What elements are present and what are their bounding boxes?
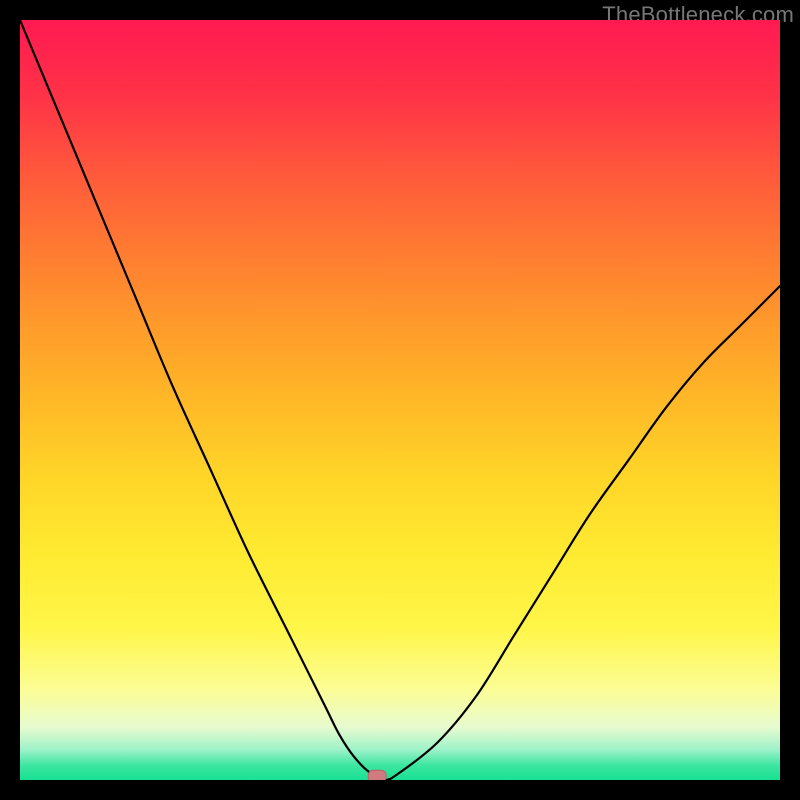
optimum-marker: [368, 770, 386, 780]
bottleneck-curve-svg: [20, 20, 780, 780]
bottleneck-curve-path: [20, 20, 780, 780]
chart-frame: [20, 20, 780, 780]
